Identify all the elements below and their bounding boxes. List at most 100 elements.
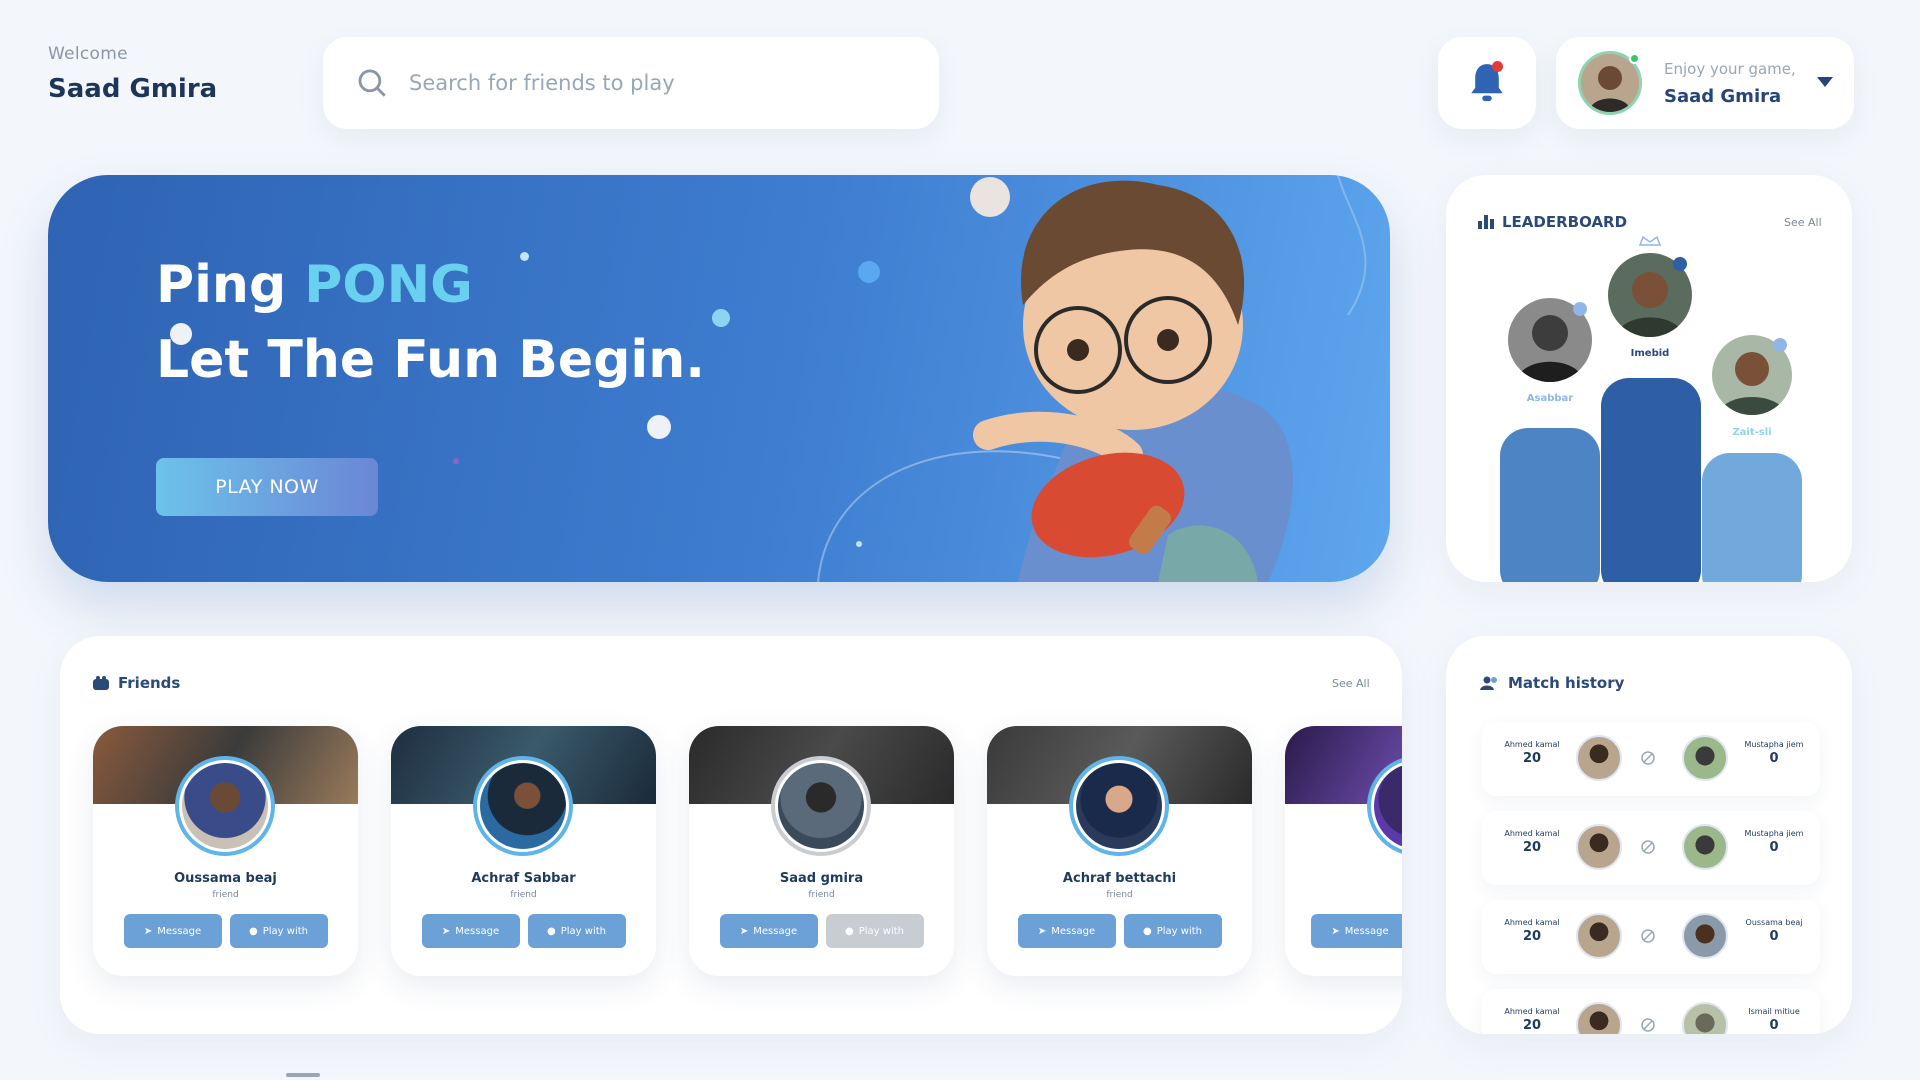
match-row[interactable]: Ahmed kamal 20 Ismail mitiue 0 <box>1482 989 1820 1034</box>
match-history-title: Match history <box>1508 674 1625 692</box>
leaderboard-card: LEADERBOARD See All Asabbar Imebid Zait-… <box>1446 175 1852 582</box>
player-name: Mustapha jiem <box>1744 740 1804 749</box>
friend-name: Achraf bettachi <box>1062 871 1177 886</box>
profile-subtitle: Enjoy your game, <box>1664 59 1796 78</box>
search-input[interactable] <box>409 71 909 95</box>
pingpong-ball <box>856 541 862 547</box>
crown-icon <box>1638 235 1662 246</box>
player-score: 20 <box>1522 751 1542 766</box>
player-score: 20 <box>1522 929 1542 944</box>
send-icon: ➤ <box>1037 925 1047 937</box>
leaderboard-player-name: Asabbar <box>1526 393 1574 404</box>
match-row[interactable]: Ahmed kamal 20 Mustapha jiem 0 <box>1482 722 1820 796</box>
pingpong-ball <box>453 458 459 464</box>
hero-banner: Ping PONG Let The Fun Begin. PLAY NOW <box>48 175 1390 582</box>
friend-name: Oussama beaj <box>174 871 277 886</box>
versus-icon <box>1641 1018 1655 1032</box>
friend-card: Saad gmira friend ➤ Message ● Play with <box>689 726 954 976</box>
avatar <box>771 756 871 856</box>
friend-status: friend <box>1106 890 1133 900</box>
friend-name: Saad gmira <box>779 871 864 886</box>
message-button[interactable]: ➤ Message <box>123 914 222 948</box>
friend-name: Meh <box>1285 871 1403 886</box>
welcome-label: Welcome <box>48 44 128 64</box>
profile-menu[interactable]: Enjoy your game, Saad Gmira <box>1556 37 1854 129</box>
player-name: Ahmed kamal <box>1504 918 1560 927</box>
avatar <box>1576 1002 1622 1034</box>
send-icon: ➤ <box>739 925 749 937</box>
users-icon <box>1480 676 1497 690</box>
player-name: Ahmed kamal <box>1504 829 1560 838</box>
send-icon: ➤ <box>1331 925 1340 937</box>
avatar <box>1578 51 1642 115</box>
play-with-button[interactable]: ● Play with <box>1123 914 1222 948</box>
match-row[interactable]: Ahmed kamal 20 Oussama beaj 0 <box>1482 900 1820 974</box>
avatar <box>175 756 275 856</box>
send-icon: ➤ <box>441 925 451 937</box>
play-with-button[interactable]: ● Play with <box>825 914 924 948</box>
avatar <box>1069 756 1169 856</box>
hero-title-accent: PONG <box>304 255 473 315</box>
message-button[interactable]: ➤ Message <box>719 914 818 948</box>
scroll-indicator[interactable] <box>286 1073 320 1077</box>
versus-icon <box>1641 751 1655 765</box>
pingpong-character-illustration <box>970 177 1293 582</box>
friends-icon <box>93 676 109 690</box>
chat-icon: ● <box>249 925 258 937</box>
pingpong-ball <box>858 261 880 283</box>
match-history-card: Match history Ahmed kamal 20 Mustapha jie… <box>1446 636 1852 1034</box>
profile-name: Saad Gmira <box>1664 85 1782 107</box>
player-score: 0 <box>1769 840 1779 855</box>
avatar <box>1576 913 1622 959</box>
leaderboard-player-name: Zait-sli <box>1732 427 1772 438</box>
play-now-button[interactable]: PLAY NOW <box>156 458 378 516</box>
friends-title: Friends <box>118 674 181 692</box>
avatar <box>473 756 573 856</box>
player-score: 20 <box>1522 840 1542 855</box>
friends-card: Friends See All Oussama beaj friend ➤ Mes… <box>60 636 1402 1034</box>
player-score: 0 <box>1769 929 1779 944</box>
chevron-down-icon[interactable] <box>1816 75 1834 89</box>
avatar <box>1682 824 1728 870</box>
player-name: Ismail mitiue <box>1748 1007 1800 1016</box>
chat-icon: ● <box>845 925 854 937</box>
friend-card: Meh ➤Message <box>1285 726 1402 976</box>
player-name: Ahmed kamal <box>1504 1007 1560 1016</box>
welcome-block: Welcome Saad Gmira <box>48 44 217 104</box>
friend-status: friend <box>510 890 537 900</box>
hero-title: Ping PONG <box>156 255 473 315</box>
friends-see-all-link[interactable]: See All <box>1332 677 1370 690</box>
notification-dot <box>1492 61 1503 72</box>
friend-card: Achraf Sabbar friend ➤ Message ● Play with <box>391 726 656 976</box>
search-bar[interactable] <box>323 37 939 129</box>
search-icon <box>358 69 386 97</box>
online-indicator <box>1629 53 1640 64</box>
chat-icon: ● <box>1143 925 1152 937</box>
send-icon: ➤ <box>143 925 153 937</box>
avatar <box>1682 1002 1728 1034</box>
versus-icon <box>1641 840 1655 854</box>
avatar <box>1576 824 1622 870</box>
friend-card: Achraf bettachi friend ➤ Message ● Play wi… <box>987 726 1252 976</box>
friend-status: friend <box>212 890 239 900</box>
friend-name: Achraf Sabbar <box>471 871 576 886</box>
player-name: Oussama beaj <box>1745 918 1803 927</box>
leaderboard-podium <box>1500 235 1802 582</box>
play-with-button[interactable]: ● Play with <box>527 914 626 948</box>
chat-icon: ● <box>547 925 556 937</box>
hero-subtitle: Let The Fun Begin. <box>156 330 706 390</box>
message-button[interactable]: ➤ Message <box>1311 914 1402 948</box>
pingpong-ball <box>520 252 529 261</box>
play-with-button[interactable]: ● Play with <box>229 914 328 948</box>
notifications-button[interactable] <box>1438 37 1536 129</box>
player-score: 0 <box>1769 1018 1779 1033</box>
message-button[interactable]: ➤ Message <box>421 914 520 948</box>
friend-status: friend <box>808 890 835 900</box>
message-button[interactable]: ➤ Message <box>1017 914 1116 948</box>
pingpong-ball <box>712 309 730 327</box>
leaderboard-player-name: Imebid <box>1630 348 1670 359</box>
match-row[interactable]: Ahmed kamal 20 Mustapha jiem 0 <box>1482 811 1820 885</box>
friend-card: Oussama beaj friend ➤ Message ● Play with <box>93 726 358 976</box>
player-score: 20 <box>1522 1018 1542 1033</box>
avatar <box>1682 913 1728 959</box>
